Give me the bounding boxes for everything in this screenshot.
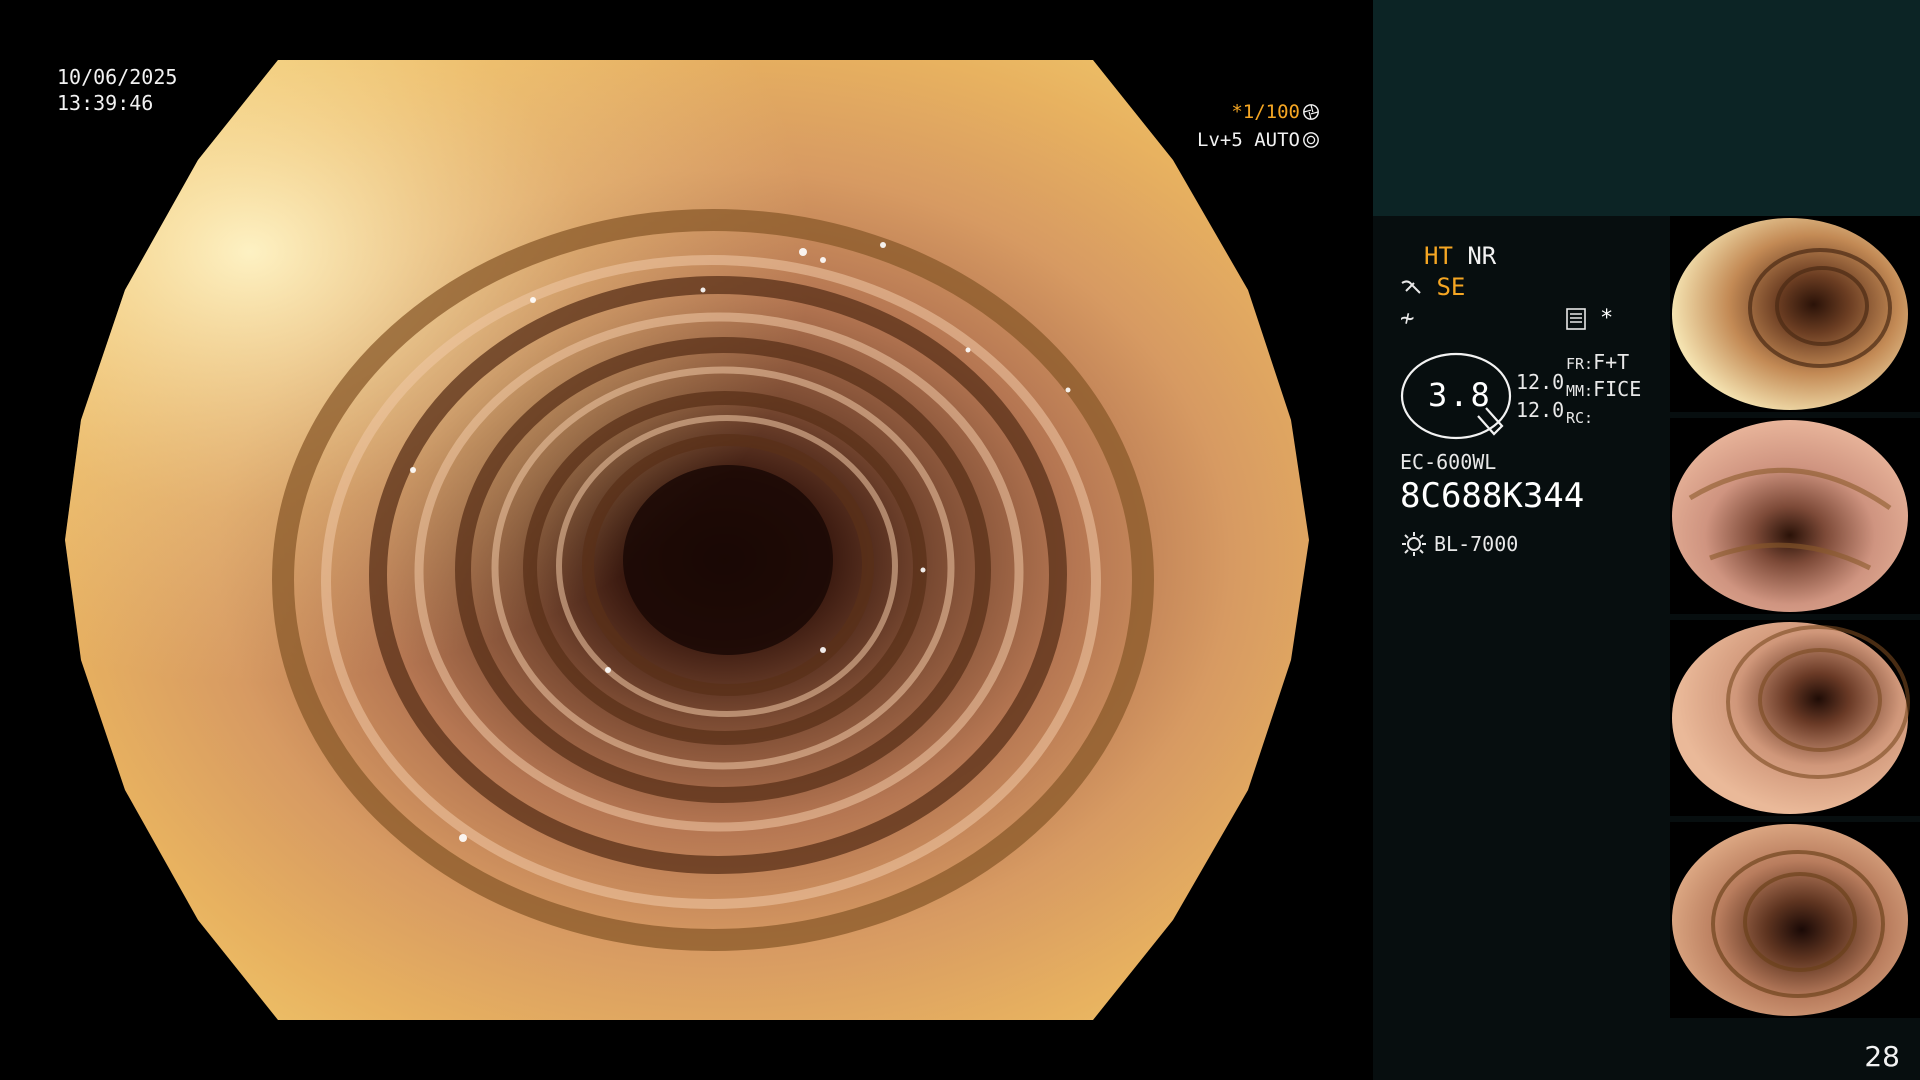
fr-label: FR: <box>1566 355 1594 373</box>
ht-nr-row: HT NR <box>1424 242 1496 270</box>
osd-date: 10/06/2025 <box>57 65 178 89</box>
se-row: SE <box>1400 273 1465 301</box>
light-source-model: BL-7000 <box>1434 532 1519 556</box>
record-icon <box>1566 308 1586 330</box>
osd-exposure-info: *1/100 Lv+5 AUTO <box>1190 98 1320 154</box>
thumbnail-2[interactable] <box>1670 418 1920 614</box>
thumbnail-4[interactable] <box>1670 822 1920 1018</box>
iris-icon <box>1303 132 1319 148</box>
light-source-row: BL-7000 <box>1400 530 1518 558</box>
value-top: 12.0 <box>1516 370 1565 394</box>
color-mode-symbol: ≁ <box>1400 304 1415 332</box>
osd-datetime: 10/06/2025 13:39:46 <box>57 64 177 116</box>
freeze-star: * <box>1600 306 1614 331</box>
light-source-icon <box>1402 532 1426 556</box>
zoom-value: 3.8 <box>1428 376 1492 414</box>
osd-shutter-row: *1/100 <box>1190 98 1320 126</box>
mm-label: MM: <box>1566 382 1594 400</box>
numeric-values: 12.0 12.0 <box>1516 368 1564 424</box>
fr-value: F+T <box>1593 350 1630 374</box>
osd-time: 13:39:46 <box>57 91 154 115</box>
thumbnail-3[interactable] <box>1670 620 1920 816</box>
thumbnail-1[interactable] <box>1670 216 1920 412</box>
rc-label: RC: <box>1566 409 1594 427</box>
page-number: 28 <box>1864 1040 1900 1073</box>
endoscopic-image <box>65 60 1309 1020</box>
ht-label: HT <box>1424 242 1453 270</box>
osd-exposure-row: Lv+5 AUTO <box>1190 126 1320 154</box>
scope-model: EC-600WL <box>1400 450 1497 474</box>
structure-enhance-icon <box>1401 280 1421 294</box>
mode-params: FR:F+T MM:FICE RC: <box>1566 350 1641 431</box>
osd-shutter: *1/100 <box>1231 101 1300 123</box>
endoscope-main-view: 10/06/2025 13:39:46 *1/100 Lv+5 AUTO <box>0 0 1372 1080</box>
osd-exposure: Lv+5 AUTO <box>1197 129 1300 151</box>
aperture-icon <box>1303 104 1319 120</box>
value-bottom: 12.0 <box>1516 398 1565 422</box>
se-label: SE <box>1436 273 1466 301</box>
side-panel-header <box>1373 0 1920 216</box>
scope-serial: 8C688K344 <box>1400 476 1585 516</box>
nr-label: NR <box>1467 242 1497 270</box>
mm-value: FICE <box>1593 377 1642 401</box>
